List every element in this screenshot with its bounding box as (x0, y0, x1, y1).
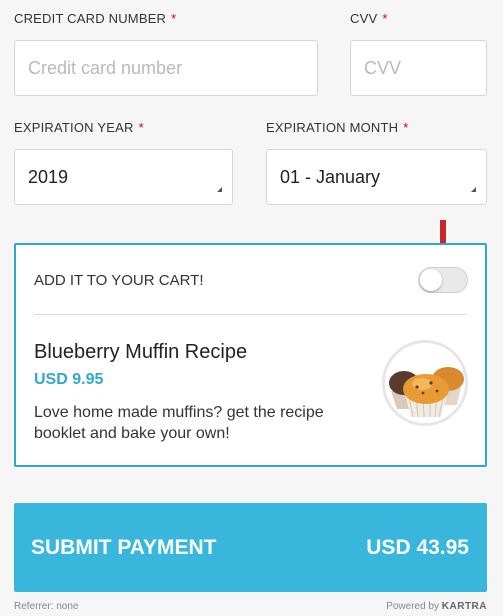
referrer-text: Referrer: none (14, 601, 79, 612)
expiration-month-select[interactable]: 01 - January (266, 149, 487, 205)
submit-payment-amount: USD 43.95 (366, 535, 469, 559)
cart-offer-title: ADD IT TO YOUR CART! (34, 272, 204, 289)
expiration-year-select[interactable]: 2019 (14, 149, 233, 205)
add-to-cart-toggle[interactable] (418, 267, 468, 293)
cvv-label: CVV * (350, 11, 388, 26)
required-asterisk: * (382, 11, 388, 26)
product-name: Blueberry Muffin Recipe (34, 341, 248, 363)
powered-by: Powered by KARTRA (386, 601, 487, 612)
expiration-month-label: EXPIRATION MONTH * (266, 120, 409, 135)
card-number-label-text: CREDIT CARD NUMBER (14, 11, 167, 26)
expiration-year-label-text: EXPIRATION YEAR (14, 120, 134, 135)
product-description: Love home made muffins? get the recipe b… (34, 404, 324, 442)
card-number-field[interactable] (14, 40, 318, 96)
cvv-field[interactable] (350, 40, 487, 96)
submit-payment-label: SUBMIT PAYMENT (31, 535, 217, 559)
card-number-label: CREDIT CARD NUMBER * (14, 11, 176, 26)
dropdown-caret-icon (471, 187, 476, 192)
toggle-knob (420, 269, 442, 291)
cart-offer-box: ADD IT TO YOUR CART! Blueberry Muffin Re… (14, 243, 487, 467)
dropdown-caret-icon (217, 187, 222, 192)
muffin-illustration (385, 343, 465, 423)
product-price: USD 9.95 (34, 371, 104, 388)
required-asterisk: * (171, 11, 177, 26)
required-asterisk: * (403, 120, 409, 135)
expiration-month-label-text: EXPIRATION MONTH (266, 120, 399, 135)
submit-payment-button[interactable]: SUBMIT PAYMENT USD 43.95 (14, 503, 487, 592)
cvv-input[interactable] (364, 57, 486, 79)
expiration-year-value: 2019 (28, 166, 69, 187)
kartra-brand: KARTRA (441, 601, 487, 612)
cvv-label-text: CVV (350, 11, 378, 26)
muffin-image (382, 340, 468, 426)
expiration-month-value: 01 - January (280, 166, 381, 187)
expiration-year-label: EXPIRATION YEAR * (14, 120, 144, 135)
card-number-input[interactable] (28, 57, 317, 79)
required-asterisk: * (138, 120, 144, 135)
divider (34, 314, 467, 315)
powered-by-prefix: Powered by (386, 601, 439, 612)
